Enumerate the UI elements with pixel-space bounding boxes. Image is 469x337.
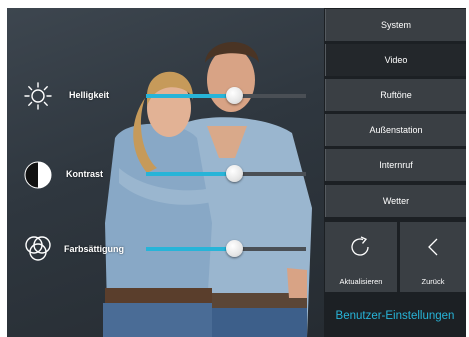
slider-thumb[interactable]: [226, 87, 243, 104]
menu-item-weather[interactable]: Wetter: [325, 185, 466, 217]
slider-thumb[interactable]: [226, 240, 243, 257]
menu-item-label: System: [380, 20, 411, 30]
menu-item-label: Außenstation: [369, 125, 423, 135]
device-screen: Helligkeit Kontrast Farbsättigung System…: [7, 8, 466, 337]
brightness-label: Helligkeit: [69, 90, 110, 100]
page-title: Benutzer-Einstellungen: [335, 310, 455, 322]
slider-fill: [146, 172, 234, 176]
menu-item-label: Internruf: [379, 160, 413, 170]
contrast-icon: [24, 161, 52, 194]
menu-item-video[interactable]: Video: [325, 44, 466, 76]
menu-item-label: Video: [384, 55, 408, 65]
brightness-slider[interactable]: [146, 85, 306, 107]
saturation-label: Farbsättigung: [64, 244, 124, 254]
refresh-icon: [325, 236, 397, 258]
back-button[interactable]: Zurück: [400, 222, 466, 292]
refresh-label: Aktualisieren: [339, 277, 383, 286]
menu-item-label: Wetter: [382, 196, 410, 206]
menu-item-system[interactable]: System: [325, 9, 466, 41]
menu-item-outdoor-station[interactable]: Außenstation: [325, 114, 466, 146]
slider-fill: [146, 94, 234, 98]
video-preview: Helligkeit Kontrast Farbsättigung: [7, 8, 324, 337]
slider-thumb[interactable]: [226, 165, 243, 182]
contrast-label: Kontrast: [66, 169, 104, 179]
sun-icon: [24, 82, 52, 115]
color-saturation-icon: [23, 234, 53, 269]
settings-menu: System Video Ruftöne Außenstation Intern…: [324, 8, 466, 337]
chevron-left-icon: [400, 236, 466, 258]
menu-item-label: Ruftöne: [380, 90, 412, 100]
menu-item-intercom[interactable]: Internruf: [325, 149, 466, 181]
slider-fill: [146, 247, 234, 251]
menu-item-ringtones[interactable]: Ruftöne: [325, 79, 466, 111]
back-label: Zurück: [421, 277, 445, 286]
refresh-button[interactable]: Aktualisieren: [325, 222, 397, 292]
contrast-slider[interactable]: [146, 163, 306, 185]
saturation-slider[interactable]: [146, 238, 306, 260]
